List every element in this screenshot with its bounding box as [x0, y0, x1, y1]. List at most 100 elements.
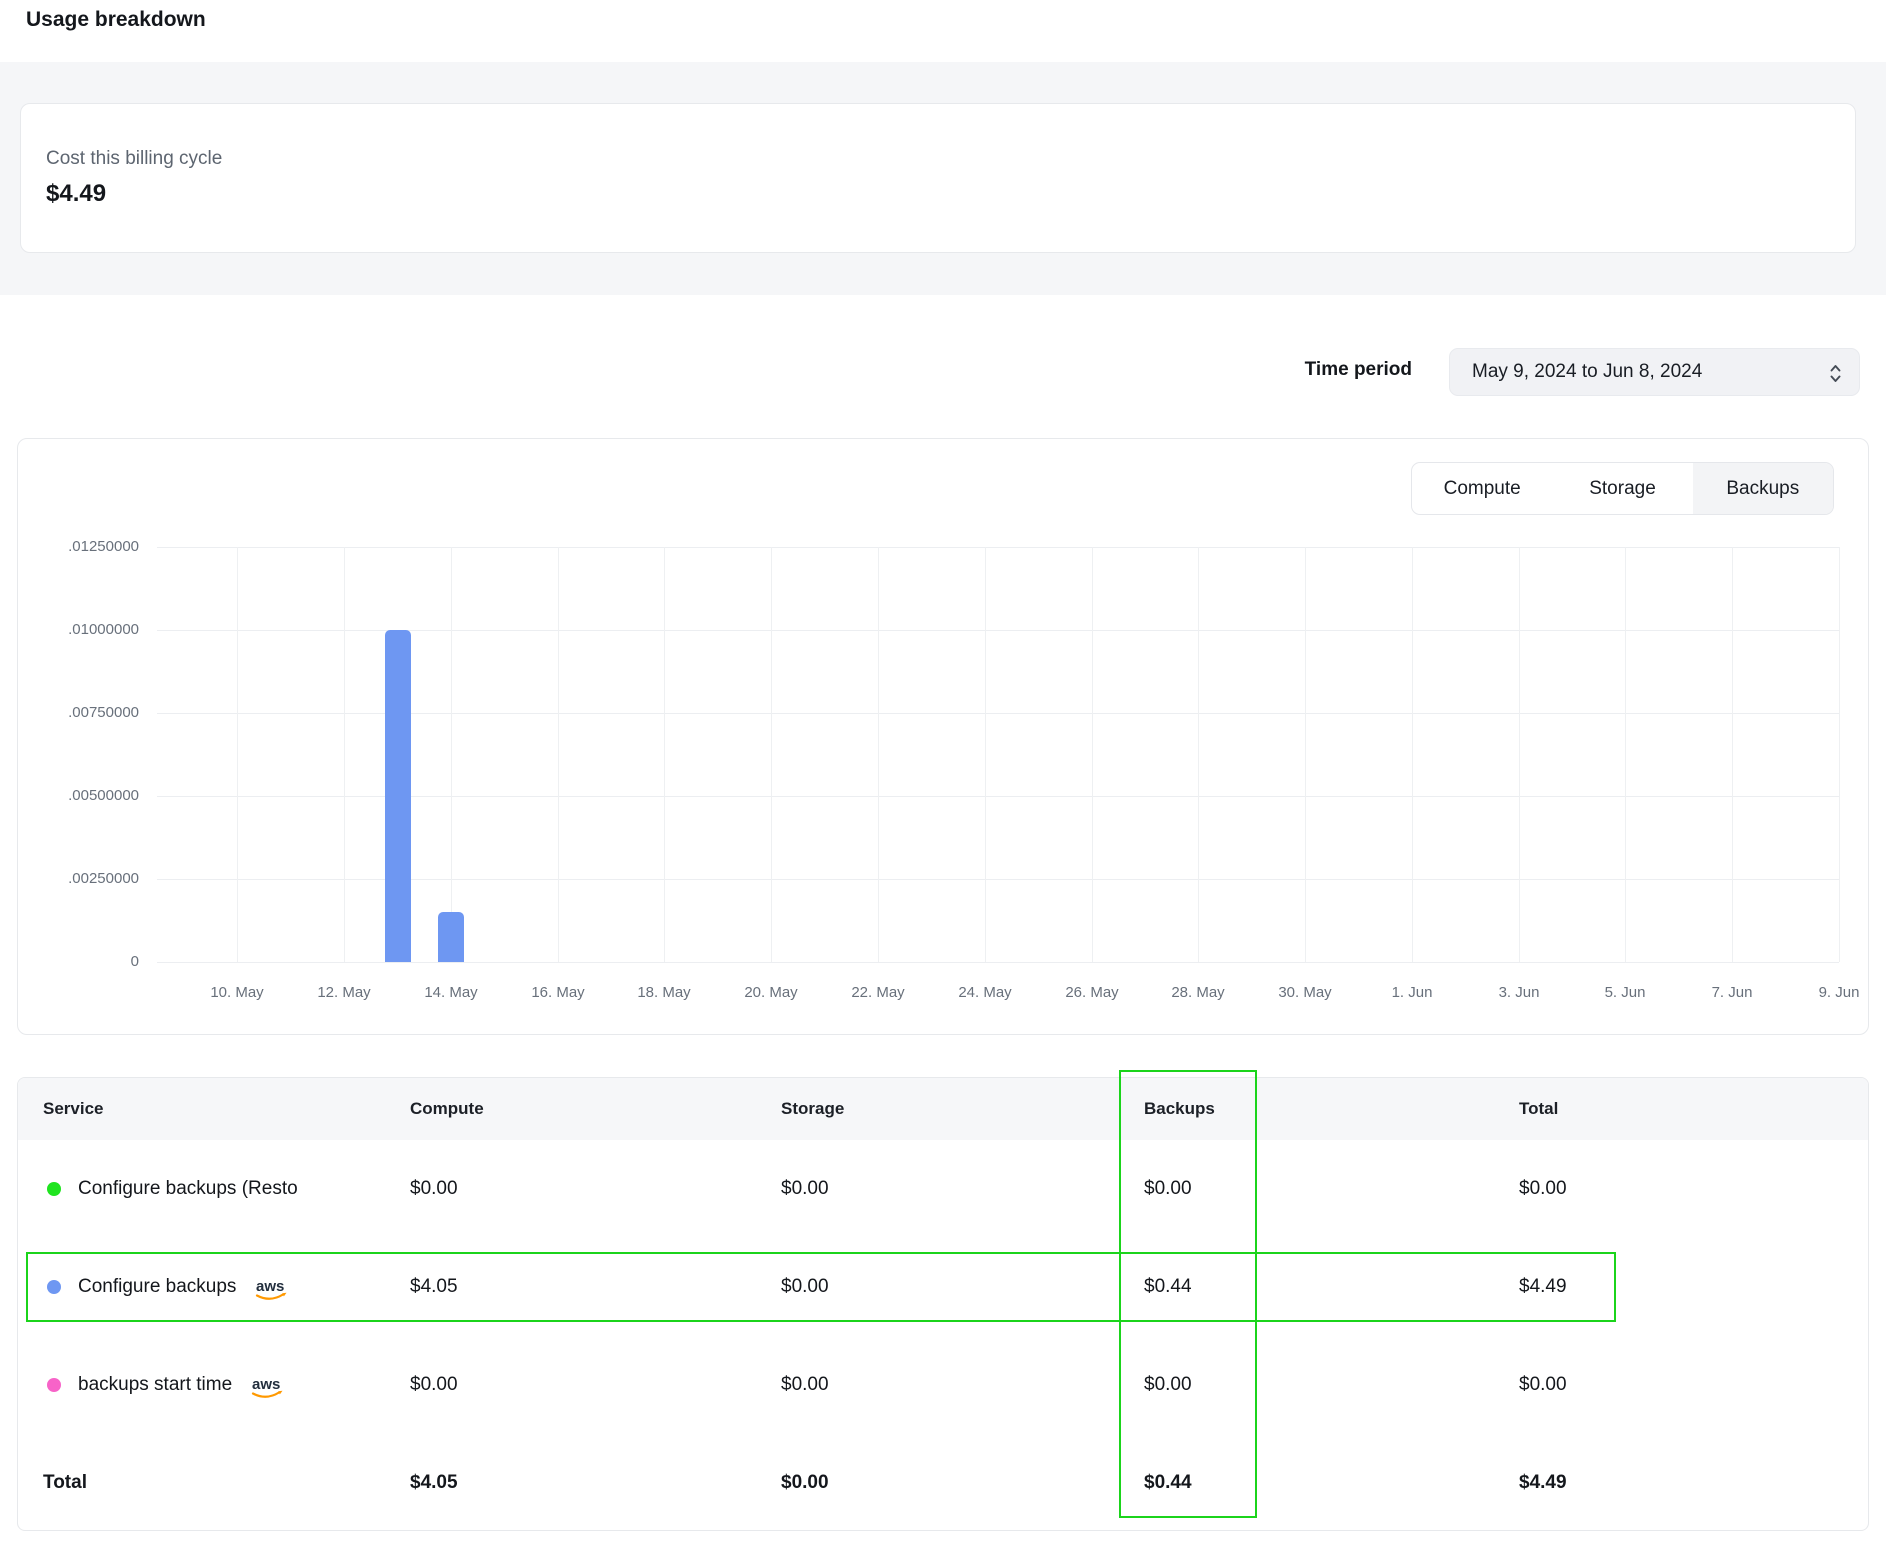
gridline-vertical [451, 547, 452, 962]
column-header-compute: Compute [410, 1078, 484, 1140]
total-value-cell: $0.00 [1519, 1140, 1567, 1238]
gridline-horizontal [157, 962, 1839, 963]
gridline-vertical [1519, 547, 1520, 962]
aws-logo-icon: aws [253, 1277, 292, 1303]
total-backups-cell: $0.44 [1144, 1434, 1192, 1531]
svg-text:aws: aws [252, 1376, 280, 1393]
x-axis-tick-label: 9. Jun [1794, 984, 1884, 1001]
gridline-vertical [1732, 547, 1733, 962]
gridline-vertical [664, 547, 665, 962]
gridline-vertical [878, 547, 879, 962]
total-value-cell: $0.00 [1519, 1336, 1567, 1434]
gridline-vertical [1092, 547, 1093, 962]
gridline-vertical [1839, 547, 1840, 962]
billing-summary-section: Cost this billing cycle $4.49 [0, 62, 1886, 295]
table-row: backups start time aws $0.00 $0.00 $0.00 $0.0… [18, 1336, 1868, 1434]
compute-value-cell: $0.00 [410, 1336, 458, 1434]
cost-card-value: $4.49 [46, 180, 106, 208]
backups-value-cell: $0.00 [1144, 1140, 1192, 1238]
gridline-vertical [1305, 547, 1306, 962]
table-header-row: Service Compute Storage Backups Total [18, 1078, 1868, 1140]
service-cell: Configure backups (Resto [47, 1140, 387, 1238]
compute-value-cell: $0.00 [410, 1140, 458, 1238]
x-axis-tick-label: 20. May [726, 984, 816, 1001]
x-axis-tick-label: 1. Jun [1367, 984, 1457, 1001]
chart-series-tabs: ComputeStorageBackups [1411, 462, 1834, 515]
y-axis-tick-label: .01000000 [9, 621, 139, 638]
total-total-cell: $4.49 [1519, 1434, 1567, 1531]
storage-value-cell: $0.00 [781, 1336, 829, 1434]
gridline-vertical [1412, 547, 1413, 962]
table-row: Configure backups aws $4.05 $0.00 $0.44 $4.49 [18, 1238, 1868, 1336]
y-axis-tick-label: .00500000 [9, 787, 139, 804]
column-header-service: Service [43, 1078, 104, 1140]
column-header-backups: Backups [1144, 1078, 1215, 1140]
total-storage-cell: $0.00 [781, 1434, 829, 1531]
x-axis-tick-label: 26. May [1047, 984, 1137, 1001]
storage-value-cell: $0.00 [781, 1140, 829, 1238]
tab-backups[interactable]: Backups [1693, 463, 1833, 514]
column-header-storage: Storage [781, 1078, 844, 1140]
tab-storage[interactable]: Storage [1552, 463, 1692, 514]
x-axis-tick-label: 16. May [513, 984, 603, 1001]
x-axis-tick-label: 5. Jun [1580, 984, 1670, 1001]
x-axis-tick-label: 12. May [299, 984, 389, 1001]
service-cell: backups start time aws [47, 1336, 387, 1434]
series-dot [47, 1378, 61, 1392]
usage-bar-chart: .01250000.01000000.00750000.00500000.002… [184, 547, 1839, 962]
chart-bar-13-may [385, 630, 411, 962]
y-axis-tick-label: 0 [9, 953, 139, 970]
svg-text:aws: aws [256, 1278, 284, 1295]
y-axis-tick-label: .01250000 [9, 538, 139, 555]
gridline-vertical [344, 547, 345, 962]
time-period-select[interactable]: May 9, 2024 to Jun 8, 2024 [1449, 348, 1860, 396]
up-down-chevron-icon [1828, 362, 1843, 385]
x-axis-tick-label: 28. May [1153, 984, 1243, 1001]
x-axis-tick-label: 3. Jun [1474, 984, 1564, 1001]
aws-logo-icon: aws [249, 1375, 288, 1401]
time-period-row: Time period May 9, 2024 to Jun 8, 2024 [0, 348, 1886, 396]
time-period-value: May 9, 2024 to Jun 8, 2024 [1472, 361, 1702, 383]
cost-card-label: Cost this billing cycle [46, 148, 222, 170]
gridline-vertical [771, 547, 772, 962]
service-name: Configure backups [78, 1276, 236, 1298]
usage-breakdown-page: Usage breakdown Cost this billing cycle … [0, 0, 1886, 1548]
table-row: Configure backups (Resto $0.00 $0.00 $0.00 $… [18, 1140, 1868, 1238]
series-dot [47, 1182, 61, 1196]
x-axis-tick-label: 10. May [192, 984, 282, 1001]
table-total-row: Total $4.05 $0.00 $0.44 $4.49 [18, 1434, 1868, 1531]
usage-table: ServiceComputeStorageBackupsTotalConfigu… [17, 1077, 1869, 1531]
total-compute-cell: $4.05 [410, 1434, 458, 1531]
x-axis-tick-label: 30. May [1260, 984, 1350, 1001]
x-axis-tick-label: 7. Jun [1687, 984, 1777, 1001]
chart-bar-14-may [438, 912, 464, 962]
gridline-vertical [237, 547, 238, 962]
service-name: backups start time [78, 1374, 232, 1396]
series-dot [47, 1280, 61, 1294]
x-axis-tick-label: 22. May [833, 984, 923, 1001]
y-axis-tick-label: .00750000 [9, 704, 139, 721]
total-row-label: Total [43, 1434, 87, 1531]
service-cell: Configure backups aws [47, 1238, 387, 1336]
x-axis-tick-label: 24. May [940, 984, 1030, 1001]
storage-value-cell: $0.00 [781, 1238, 829, 1336]
y-axis-tick-label: .00250000 [9, 870, 139, 887]
gridline-vertical [1198, 547, 1199, 962]
time-period-label: Time period [1100, 359, 1412, 381]
gridline-horizontal [157, 547, 1839, 548]
x-axis-tick-label: 18. May [619, 984, 709, 1001]
cost-card: Cost this billing cycle $4.49 [20, 103, 1856, 253]
usage-chart-card: ComputeStorageBackups .01250000.01000000… [17, 438, 1869, 1035]
x-axis-tick-label: 14. May [406, 984, 496, 1001]
total-value-cell: $4.49 [1519, 1238, 1567, 1336]
gridline-vertical [1625, 547, 1626, 962]
backups-value-cell: $0.00 [1144, 1336, 1192, 1434]
backups-value-cell: $0.44 [1144, 1238, 1192, 1336]
compute-value-cell: $4.05 [410, 1238, 458, 1336]
tab-compute[interactable]: Compute [1412, 463, 1552, 514]
column-header-total: Total [1519, 1078, 1558, 1140]
page-title: Usage breakdown [26, 8, 206, 32]
gridline-vertical [558, 547, 559, 962]
service-name: Configure backups (Resto [78, 1178, 298, 1200]
gridline-vertical [985, 547, 986, 962]
